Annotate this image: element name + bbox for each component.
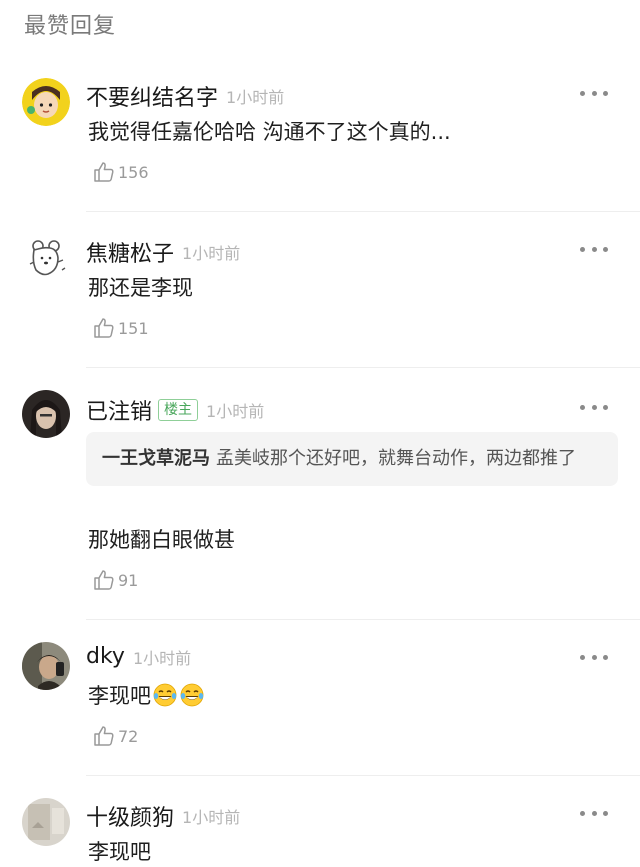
more-options-icon[interactable] [580,244,608,254]
thumbs-up-icon [94,318,114,338]
comment-time: 1小时前 [182,808,241,827]
like-button[interactable]: 72 [92,724,138,748]
section-title: 最赞回复 [24,14,117,39]
comment-time: 1小时前 [206,402,265,421]
comment-text: 那她翻白眼做甚 [88,528,235,552]
divider [86,619,640,620]
comment-text: 李现吧 [88,680,205,710]
sketch-bear-avatar-icon [22,234,70,282]
photo-avatar-icon [22,798,70,846]
joy-tears-emoji-icon [180,683,204,707]
user-avatar[interactable] [22,234,70,282]
photo-avatar-icon [22,390,70,438]
like-count: 151 [118,318,149,338]
quoted-username[interactable]: 一王戈草泥马 [102,448,210,469]
comment-text: 李现吧 [88,840,151,864]
more-options-icon[interactable] [580,88,608,98]
divider [86,211,640,212]
comment-text: 那还是李现 [88,276,193,300]
photo-avatar-icon [22,642,70,690]
like-button[interactable]: 91 [92,568,138,592]
thumbs-up-icon [94,570,114,590]
username[interactable]: 已注销 [86,394,152,426]
joy-tears-emoji-icon [153,683,177,707]
thumbs-up-icon [94,162,114,182]
thumbs-up-icon [94,726,114,746]
username[interactable]: dky [86,644,125,669]
more-options-icon[interactable] [580,402,608,412]
username[interactable]: 十级颜狗 [86,800,174,832]
user-avatar[interactable] [22,390,70,438]
more-options-icon[interactable] [580,808,608,818]
like-count: 72 [118,726,139,746]
quoted-text: 孟美岐那个还好吧，就舞台动作，两边都推了 [216,448,576,469]
comment-time: 1小时前 [182,244,241,263]
cartoon-face-avatar-icon [22,78,70,126]
quoted-reply[interactable]: 一王戈草泥马 孟美岐那个还好吧，就舞台动作，两边都推了 [86,432,618,486]
comment-time: 1小时前 [132,648,192,668]
username[interactable]: 不要纠结名字 [86,80,218,112]
user-avatar[interactable] [22,798,70,846]
like-button[interactable]: 151 [92,316,149,340]
op-badge: 楼主 [158,399,199,421]
user-avatar[interactable] [22,642,70,690]
comment-text: 我觉得任嘉伦哈哈 沟通不了这个真的... [88,120,451,144]
username[interactable]: 焦糖松子 [86,236,174,268]
divider [86,367,640,368]
like-count: 91 [118,570,139,590]
like-button[interactable]: 156 [92,160,149,184]
like-count: 156 [118,162,149,182]
user-avatar[interactable] [22,78,70,126]
divider [86,775,640,776]
comment-time: 1小时前 [226,88,285,107]
more-options-icon[interactable] [580,652,608,662]
comment-text-content: 李现吧 [88,684,151,708]
